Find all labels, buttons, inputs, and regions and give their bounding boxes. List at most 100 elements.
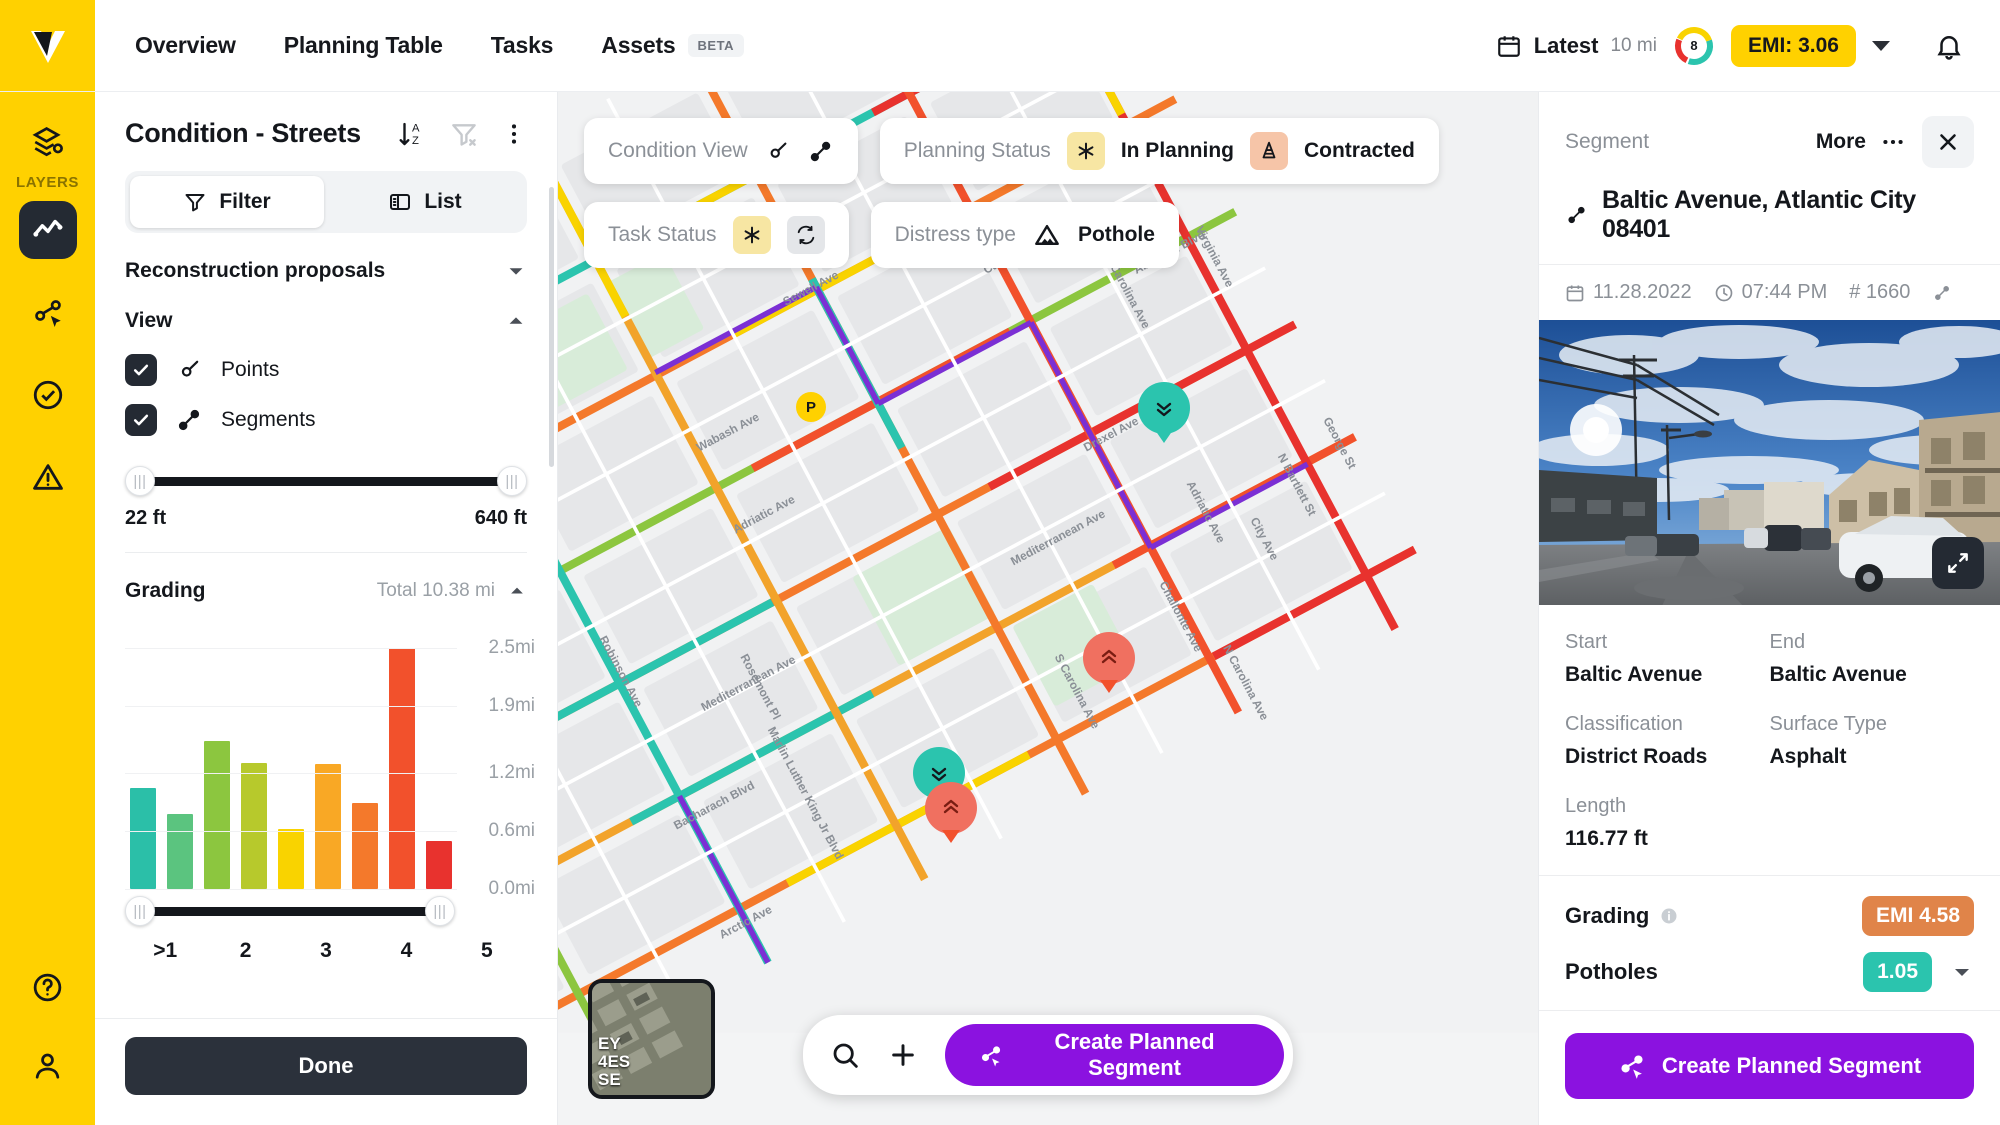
section-view[interactable]: View bbox=[125, 305, 527, 345]
rail-layers-settings[interactable] bbox=[20, 114, 76, 170]
emi-chip[interactable]: EMI: 3.06 bbox=[1730, 24, 1856, 67]
basemap-toggle[interactable]: EY 4ES SE bbox=[588, 979, 715, 1099]
chart-bar[interactable] bbox=[241, 762, 268, 889]
chip-distress-type[interactable]: Distress type Pothole bbox=[870, 202, 1179, 268]
rail-item-account[interactable] bbox=[20, 1037, 76, 1093]
dashcam-photo bbox=[1539, 320, 2000, 605]
plus-icon bbox=[892, 1044, 914, 1066]
length-slider-knob-max[interactable]: ||| bbox=[497, 466, 527, 496]
field-surface-type-label: Surface Type bbox=[1769, 713, 1887, 735]
create-planned-segment-button[interactable]: Create Planned Segment bbox=[1565, 1033, 1974, 1099]
chart-x-tick-label: >1 bbox=[153, 939, 178, 962]
chip-task-status[interactable]: Task Status bbox=[584, 202, 849, 268]
chart-bar[interactable] bbox=[388, 647, 415, 889]
chart-bar[interactable] bbox=[278, 829, 304, 889]
section-grading[interactable]: Grading Total 10.38 mi bbox=[125, 553, 527, 609]
checkbox-segments[interactable]: Segments bbox=[125, 395, 527, 445]
panel-tabs: Filter List bbox=[125, 171, 527, 233]
length-slider-track bbox=[143, 476, 509, 486]
expand-photo-button[interactable] bbox=[1932, 537, 1984, 589]
expand-icon bbox=[1948, 553, 1968, 573]
rail-item-alerts[interactable] bbox=[20, 449, 76, 505]
chip-condition-view[interactable]: Condition View bbox=[584, 118, 858, 184]
segments-icon[interactable] bbox=[807, 138, 834, 165]
rail-item-tasks[interactable] bbox=[20, 367, 76, 423]
field-length: Length 116.77 ft bbox=[1565, 795, 1974, 851]
checkbox-points[interactable]: Points bbox=[125, 345, 527, 395]
nav-planning-table[interactable]: Planning Table bbox=[284, 32, 443, 59]
segments-icon[interactable] bbox=[1932, 283, 1952, 303]
segment-fields: Start Baltic Avenue End Baltic Avenue Cl… bbox=[1539, 605, 2000, 869]
rail-item-segments[interactable] bbox=[20, 285, 76, 341]
chart-bar-cell bbox=[346, 619, 383, 889]
more-vertical-icon[interactable] bbox=[501, 121, 527, 147]
chart-bar[interactable] bbox=[204, 741, 231, 889]
segment-title: Baltic Avenue, Atlantic City 08401 bbox=[1601, 186, 1916, 243]
grading-bar-chart: 0.0mi 0.6mi 1.2mi 1.9mi 2.5mi bbox=[125, 619, 535, 899]
map-add-button[interactable] bbox=[887, 1039, 919, 1071]
chart-bar[interactable] bbox=[167, 813, 194, 889]
section-grading-label: Grading bbox=[125, 579, 206, 602]
chart-bar[interactable] bbox=[425, 840, 452, 889]
nav-tasks[interactable]: Tasks bbox=[491, 32, 554, 59]
length-slider-knob-min[interactable]: ||| bbox=[125, 466, 155, 496]
filter-icon bbox=[185, 194, 205, 212]
chart-bar[interactable] bbox=[130, 787, 157, 889]
asterisk-icon[interactable] bbox=[1066, 132, 1105, 170]
tab-filter[interactable]: Filter bbox=[130, 176, 324, 228]
points-icon[interactable] bbox=[764, 138, 791, 165]
map-search-button[interactable] bbox=[829, 1039, 861, 1071]
grading-range-slider[interactable]: ||| ||| bbox=[125, 896, 527, 926]
chart-gridline bbox=[125, 773, 457, 775]
filter-clear-icon[interactable] bbox=[449, 119, 479, 149]
search-icon bbox=[833, 1043, 858, 1068]
sort-az-icon[interactable]: A Z bbox=[397, 119, 427, 149]
segments-checkbox[interactable] bbox=[125, 404, 157, 436]
chart-bar-cell bbox=[309, 619, 346, 889]
map-marker-high-2[interactable] bbox=[925, 782, 977, 834]
grading-slider-knob-max[interactable]: ||| bbox=[425, 896, 455, 926]
map-marker-high-1[interactable] bbox=[1083, 632, 1135, 684]
chevron-down-icon[interactable] bbox=[1872, 40, 1890, 51]
tab-list[interactable]: List bbox=[328, 176, 522, 228]
asterisk-icon[interactable] bbox=[732, 216, 771, 254]
field-surface-type-value: Asphalt bbox=[1769, 745, 1847, 768]
segment-more-button[interactable]: More bbox=[1816, 129, 1906, 155]
calendar-icon bbox=[1566, 285, 1584, 301]
nav-assets-label: Assets bbox=[601, 32, 676, 58]
map-marker-low-1[interactable] bbox=[1138, 382, 1190, 434]
panel-scrollbar[interactable] bbox=[549, 187, 554, 467]
bell-icon[interactable] bbox=[1934, 31, 1964, 61]
nav-overview[interactable]: Overview bbox=[135, 32, 236, 59]
map-marker-parking[interactable]: P bbox=[796, 392, 826, 422]
points-checkbox[interactable] bbox=[125, 354, 157, 386]
date-selector[interactable]: Latest 10 mi bbox=[1496, 33, 1657, 59]
rail-item-condition[interactable] bbox=[18, 201, 77, 259]
cone-icon[interactable] bbox=[1249, 132, 1288, 170]
segment-close-button[interactable] bbox=[1922, 116, 1974, 168]
grading-slider-knob-min[interactable]: ||| bbox=[125, 896, 155, 926]
rail-layers-label: LAYERS bbox=[15, 174, 80, 191]
done-button[interactable]: Done bbox=[125, 1037, 527, 1095]
condition-chart-icon bbox=[32, 219, 62, 237]
chart-bar-cell bbox=[236, 619, 273, 889]
chart-bar[interactable] bbox=[314, 763, 341, 889]
section-reconstruction-proposals[interactable]: Reconstruction proposals bbox=[125, 233, 527, 305]
length-max-label: 640 ft bbox=[474, 507, 527, 529]
map-view[interactable]: Mclellan Ave Sewell Ave Caspiart Ave Wab… bbox=[558, 92, 1538, 1125]
create-planned-segment-map-button[interactable]: Create Planned Segment bbox=[945, 1024, 1284, 1086]
chip-planning-status[interactable]: Planning Status In Planning Contracted bbox=[879, 118, 1439, 184]
refresh-icon[interactable] bbox=[786, 216, 825, 254]
condition-donut[interactable]: 8 bbox=[1673, 25, 1715, 67]
length-range-slider[interactable]: ||| ||| bbox=[125, 466, 527, 496]
chevron-down-icon[interactable] bbox=[1950, 960, 1974, 984]
nav-assets[interactable]: Assets BETA bbox=[601, 32, 744, 59]
chart-bar[interactable] bbox=[351, 803, 378, 889]
rail-item-help[interactable] bbox=[20, 959, 76, 1015]
chart-bar-cell bbox=[420, 619, 457, 889]
pothole-icon[interactable] bbox=[1032, 220, 1062, 250]
segment-photo[interactable] bbox=[1539, 320, 2000, 605]
segment-pothole-row[interactable]: Potholes 1.05 bbox=[1539, 936, 2000, 1011]
app-logo[interactable] bbox=[0, 0, 95, 91]
info-icon[interactable] bbox=[1659, 906, 1679, 926]
